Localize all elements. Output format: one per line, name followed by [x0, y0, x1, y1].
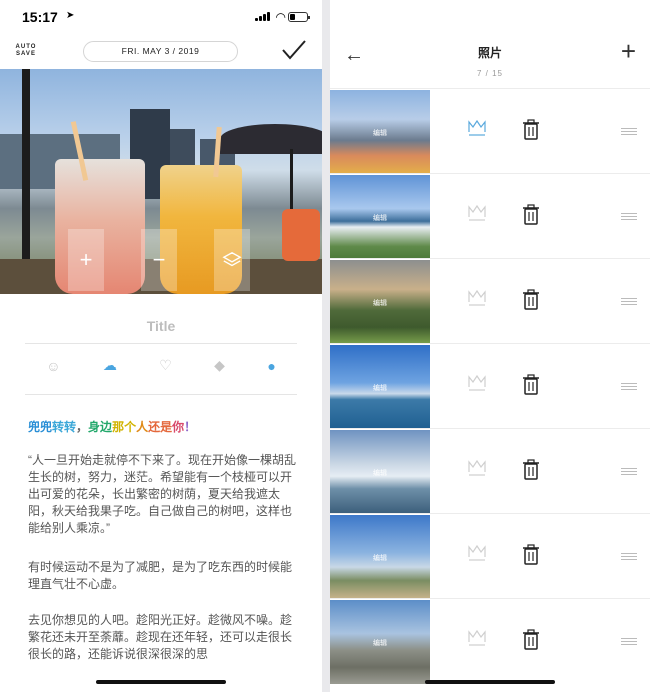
drag-handle-icon[interactable] — [621, 468, 637, 475]
rainbow-segment: ， — [76, 420, 89, 434]
photo-thumbnail[interactable]: 编辑 — [330, 175, 430, 259]
photo-row: 编辑 — [330, 343, 650, 429]
heart-icon[interactable]: ♡ — [159, 357, 172, 374]
layers-button[interactable] — [214, 229, 250, 291]
add-photo-button[interactable]: + — [68, 229, 104, 291]
drag-handle-icon[interactable] — [621, 128, 637, 135]
rainbow-segment: 兜兜 — [28, 420, 53, 434]
location-pin-icon[interactable]: ● — [267, 358, 275, 374]
battery-icon — [288, 12, 310, 22]
photo-row: 编辑 — [330, 598, 650, 684]
crown-icon[interactable] — [467, 544, 487, 562]
trash-icon[interactable] — [522, 459, 540, 481]
rainbow-segment: 你 — [172, 420, 185, 434]
done-check-icon[interactable] — [281, 38, 307, 62]
edit-label[interactable]: 编辑 — [330, 468, 430, 478]
status-time: 15:17 — [22, 9, 58, 25]
drag-handle-icon[interactable] — [621, 383, 637, 390]
rainbow-segment: 人 — [136, 420, 149, 434]
trash-icon[interactable] — [522, 119, 540, 141]
entry-toolbar: ☺ ☁ ♡ ◆ ● — [25, 357, 297, 374]
crown-icon[interactable] — [467, 204, 487, 222]
body-paragraph-2[interactable]: 有时候运动不是为了减肥，是为了吃东西的时候能理直气壮不心虚。 — [28, 559, 298, 593]
page-title: 照片 — [477, 46, 502, 60]
crown-icon[interactable] — [467, 289, 487, 307]
mood-icon[interactable]: ☺ — [46, 358, 60, 374]
photo-thumbnail[interactable]: 编辑 — [330, 600, 430, 684]
crown-icon[interactable] — [467, 459, 487, 477]
photo-count: 7 / 15 — [476, 69, 503, 78]
edit-label[interactable]: 编辑 — [330, 638, 430, 648]
photos-screen: ← 照片 7 / 15 + 编辑 编辑 编辑 编辑 编辑 编辑 编辑 — [330, 0, 650, 692]
rainbow-segment: ！ — [184, 420, 197, 434]
photo-row: 编辑 — [330, 428, 650, 514]
body-paragraph-3[interactable]: 去见你想见的人吧。趁阳光正好。趁微风不噪。趁繁花还未开至荼蘼。趁现在还年轻，还可… — [28, 612, 298, 663]
cover-photo[interactable]: + − — [0, 69, 322, 294]
rainbow-segment: 转转 — [52, 420, 77, 434]
tag-icon[interactable]: ◆ — [214, 357, 225, 374]
photo-thumbnail[interactable]: 编辑 — [330, 515, 430, 599]
photo-row: 编辑 — [330, 173, 650, 259]
photo-row: 编辑 — [330, 513, 650, 599]
crown-icon[interactable] — [467, 374, 487, 392]
drag-handle-icon[interactable] — [621, 553, 637, 560]
rainbow-segment: 那个 — [112, 420, 137, 434]
photo-thumbnail[interactable]: 编辑 — [330, 90, 430, 174]
photo-row: 编辑 — [330, 88, 650, 174]
edit-label[interactable]: 编辑 — [330, 383, 430, 393]
photo-thumbnail[interactable]: 编辑 — [330, 430, 430, 514]
drag-handle-icon[interactable] — [621, 213, 637, 220]
edit-label[interactable]: 编辑 — [330, 553, 430, 563]
trash-icon[interactable] — [522, 374, 540, 396]
trash-icon[interactable] — [522, 289, 540, 311]
body-paragraph-1[interactable]: “人一旦开始走就停不下来了。现在开始像一棵胡乱生长的树，努力，迷茫。希望能有一个… — [28, 452, 298, 537]
edit-label[interactable]: 编辑 — [330, 213, 430, 223]
wifi-icon: ◠ — [275, 10, 286, 24]
trash-icon[interactable] — [522, 629, 540, 651]
drag-handle-icon[interactable] — [621, 298, 637, 305]
layers-icon — [222, 251, 242, 267]
photo-thumbnail[interactable]: 编辑 — [330, 345, 430, 429]
editor-screen: 15:17 ➤ ◠ AUTO SAVE FRI. MAY 3 / 2019 + … — [0, 0, 322, 692]
location-arrow-icon: ➤ — [66, 10, 75, 21]
weather-icon[interactable]: ☁ — [103, 357, 117, 374]
home-indicator — [96, 680, 226, 684]
divider — [25, 343, 297, 344]
title-input[interactable]: Title — [0, 318, 322, 334]
divider — [25, 394, 297, 395]
home-indicator — [425, 680, 555, 684]
edit-label[interactable]: 编辑 — [330, 298, 430, 308]
rainbow-segment: 身边 — [88, 420, 113, 434]
photo-row: 编辑 — [330, 258, 650, 344]
add-photo-icon[interactable]: + — [621, 36, 636, 67]
edit-label[interactable]: 编辑 — [330, 128, 430, 138]
remove-photo-button[interactable]: − — [141, 229, 177, 291]
rainbow-segment: 还是 — [148, 420, 173, 434]
date-picker[interactable]: FRI. MAY 3 / 2019 — [83, 41, 238, 62]
autosave-toggle[interactable]: AUTO SAVE — [14, 44, 38, 58]
trash-icon[interactable] — [522, 544, 540, 566]
photo-thumbnail[interactable]: 编辑 — [330, 260, 430, 344]
trash-icon[interactable] — [522, 204, 540, 226]
status-bar: 15:17 ➤ ◠ — [0, 0, 322, 34]
crown-icon[interactable] — [467, 119, 487, 137]
rainbow-text: 兜兜转转，身边那个人还是你！ — [28, 418, 196, 435]
crown-icon[interactable] — [467, 629, 487, 647]
drag-handle-icon[interactable] — [621, 638, 637, 645]
signal-icon — [255, 12, 270, 21]
